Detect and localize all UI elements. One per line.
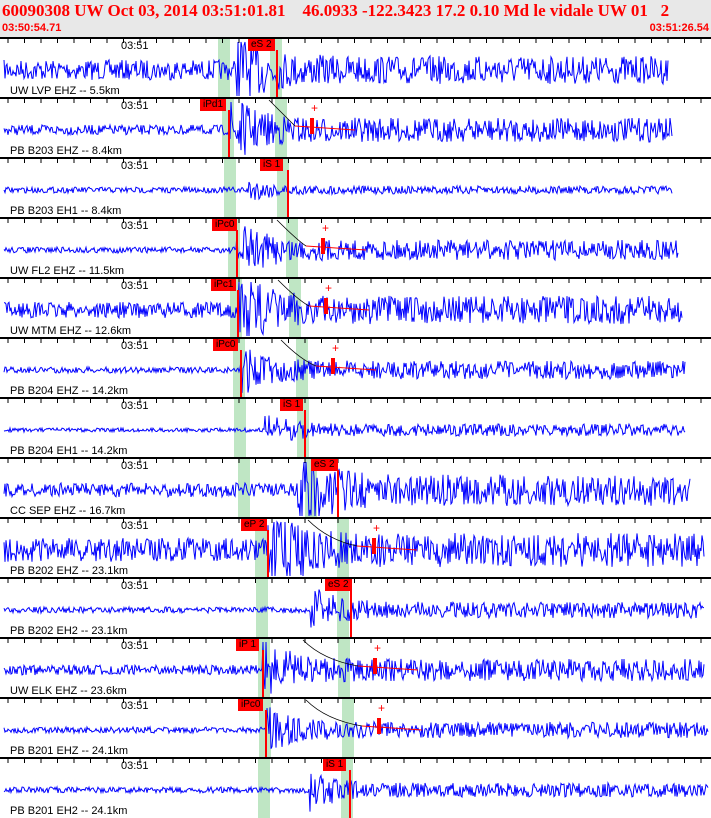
amplitude-bar <box>321 238 325 254</box>
amplitude-marker: + <box>373 521 380 535</box>
station-label: PB B203 EHZ -- 8.4km <box>10 145 122 157</box>
phase-pick-label[interactable]: eS 2 <box>248 39 275 51</box>
phase-pick-label[interactable]: iS 1 <box>260 159 284 171</box>
amplitude-marker: + <box>378 701 385 715</box>
trace-time-label: 03:51 <box>121 40 149 52</box>
trace-time-label: 03:51 <box>121 160 149 172</box>
phase-pick-label[interactable]: iPd1 <box>200 99 227 111</box>
amplitude-bar <box>331 358 335 374</box>
trace-time-label: 03:51 <box>121 580 149 592</box>
phase-pick-label[interactable]: eS 2 <box>311 459 338 471</box>
trace-time-label: 03:51 <box>121 400 149 412</box>
phase-pick-label[interactable]: eS 2 <box>325 579 352 591</box>
station-label: UW ELK EHZ -- 23.6km <box>10 685 127 697</box>
waveform-trace <box>3 707 709 749</box>
trace-time-label: 03:51 <box>121 640 149 652</box>
station-label: CC SEP EHZ -- 16.7km <box>10 505 126 517</box>
station-label: UW FL2 EHZ -- 11.5km <box>10 265 125 277</box>
waveform-trace <box>3 226 679 268</box>
phase-pick-label[interactable]: iPc0 <box>238 699 264 711</box>
phase-pick-label[interactable]: iPc1 <box>211 279 237 291</box>
trace-time-label: 03:51 <box>121 280 149 292</box>
trace-time-label: 03:51 <box>121 220 149 232</box>
station-label: UW MTM EHZ -- 12.6km <box>10 325 131 337</box>
station-label: PB B203 EH1 -- 8.4km <box>10 205 122 217</box>
phase-pick-label[interactable]: iPc0 <box>212 219 238 231</box>
amplitude-bar <box>310 118 314 134</box>
amplitude-bar <box>373 658 377 674</box>
trace-time-label: 03:51 <box>121 460 149 472</box>
phase-pick-label[interactable]: iP 1 <box>236 639 260 651</box>
station-label: PB B202 EH2 -- 23.1km <box>10 625 128 637</box>
amplitude-marker: + <box>374 641 381 655</box>
amplitude-marker: + <box>325 281 332 295</box>
p-window-band <box>256 578 268 638</box>
phase-pick-label[interactable]: iS 1 <box>280 399 304 411</box>
station-label: PB B201 EHZ -- 24.1km <box>10 745 128 757</box>
waveform-trace <box>3 589 704 628</box>
amplitude-marker: + <box>311 101 318 115</box>
amplitude-marker: + <box>332 341 339 355</box>
theoretical-arrival-curve <box>307 519 358 547</box>
amplitude-bar <box>324 298 328 314</box>
station-label: UW LVP EHZ -- 5.5km <box>10 85 120 97</box>
phase-pick-label[interactable]: eP 2 <box>241 519 268 531</box>
amplitude-marker: + <box>322 221 329 235</box>
waveform-trace <box>3 181 673 201</box>
waveform-trace <box>3 415 686 441</box>
coda-line <box>356 545 418 551</box>
trace-time-label: 03:51 <box>121 520 149 532</box>
p-window-band <box>234 398 246 458</box>
amplitude-bar <box>372 538 376 554</box>
trace-time-label: 03:51 <box>121 340 149 352</box>
station-label: PB B201 EH2 -- 24.1km <box>10 805 128 817</box>
trace-time-label: 03:51 <box>121 700 149 712</box>
trace-time-label: 03:51 <box>121 760 149 772</box>
amplitude-bar <box>377 718 381 734</box>
station-label: PB B204 EH1 -- 14.2km <box>10 445 128 457</box>
trace-time-label: 03:51 <box>121 100 149 112</box>
station-label: PB B204 EHZ -- 14.2km <box>10 385 128 397</box>
station-label: PB B202 EHZ -- 23.1km <box>10 565 128 577</box>
seismogram-viewer: 60090308 UW Oct 03, 2014 03:51:01.81 46.… <box>0 0 711 818</box>
phase-pick-label[interactable]: iPc0 <box>213 339 239 351</box>
phase-pick-label[interactable]: iS 1 <box>323 759 347 771</box>
